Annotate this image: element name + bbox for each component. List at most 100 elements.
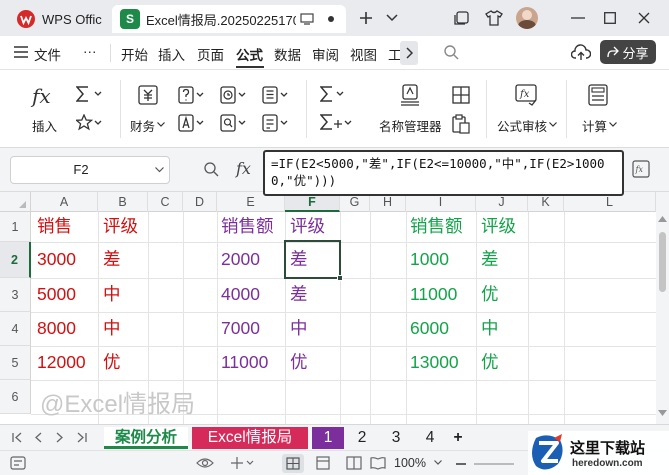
table3-grade-cell[interactable]: 优 bbox=[481, 353, 499, 372]
maximize-icon[interactable] bbox=[600, 8, 620, 28]
table2-sales-cell[interactable]: 2000 bbox=[221, 250, 260, 269]
table3-sales-cell[interactable]: 1000 bbox=[410, 250, 449, 269]
column-header-a[interactable]: A bbox=[31, 192, 98, 212]
define-name-icon[interactable] bbox=[452, 86, 470, 104]
expand-formula-icon[interactable]: fx bbox=[632, 160, 650, 178]
first-sheet-icon[interactable] bbox=[12, 432, 23, 443]
normal-view-button[interactable] bbox=[282, 454, 304, 473]
other-function-icon[interactable] bbox=[262, 114, 290, 132]
close-icon[interactable] bbox=[634, 8, 654, 28]
table1-sales-cell[interactable]: 5000 bbox=[37, 285, 76, 304]
menu-start[interactable]: 开始 bbox=[121, 44, 148, 64]
menu-page[interactable]: 页面 bbox=[197, 44, 224, 64]
insert-function-icon[interactable]: fx bbox=[32, 84, 51, 108]
table1-grade-cell[interactable]: 中 bbox=[103, 285, 121, 304]
menu-view[interactable]: 视图 bbox=[350, 44, 377, 64]
paste-name-icon[interactable] bbox=[452, 114, 470, 134]
table1-sales-cell[interactable]: 12000 bbox=[37, 353, 86, 372]
calculate-icon[interactable] bbox=[588, 84, 608, 106]
cloud-upload-icon[interactable] bbox=[571, 44, 591, 62]
prev-sheet-icon[interactable] bbox=[34, 432, 42, 443]
table2-sales-cell[interactable]: 7000 bbox=[221, 319, 260, 338]
hamburger-icon[interactable] bbox=[14, 46, 28, 58]
menu-review[interactable]: 审阅 bbox=[312, 44, 339, 64]
tab-wps-office[interactable]: WPS Offic bbox=[8, 5, 108, 33]
scroll-down-icon[interactable] bbox=[658, 410, 667, 416]
table2-grade-cell[interactable]: 差 bbox=[290, 285, 308, 304]
table1-sales-cell[interactable]: 3000 bbox=[37, 250, 76, 269]
scroll-up-icon[interactable] bbox=[658, 216, 667, 222]
next-sheet-icon[interactable] bbox=[56, 432, 64, 443]
zoom-search-icon[interactable] bbox=[204, 162, 219, 177]
math-function-icon[interactable] bbox=[262, 86, 290, 104]
menu-scroll-right-icon[interactable] bbox=[400, 41, 418, 65]
vertical-scrollbar[interactable] bbox=[656, 192, 669, 424]
row-header-5[interactable]: 5 bbox=[0, 346, 31, 380]
autosum-icon[interactable] bbox=[76, 86, 104, 102]
table3-sales-cell[interactable]: 6000 bbox=[410, 319, 449, 338]
lookup-function-icon[interactable] bbox=[220, 114, 248, 132]
table3-sales-cell[interactable]: 11000 bbox=[410, 285, 457, 304]
zoom-out-icon[interactable] bbox=[456, 463, 466, 465]
new-tab-icon[interactable] bbox=[356, 8, 376, 28]
table3-header-grade[interactable]: 评级 bbox=[481, 217, 516, 236]
sheet-tab-1[interactable]: 1 bbox=[312, 427, 344, 449]
table3-grade-cell[interactable]: 优 bbox=[481, 285, 499, 304]
row-header-4[interactable]: 4 bbox=[0, 312, 31, 346]
menu-insert[interactable]: 插入 bbox=[158, 44, 185, 64]
active-cell-selection[interactable] bbox=[284, 240, 343, 281]
column-header-b[interactable]: B bbox=[98, 192, 148, 212]
add-sheet-button[interactable]: + bbox=[448, 427, 468, 449]
formula-input[interactable]: =IF(E2<5000,"差",IF(E2<=10000,"中",IF(E2>1… bbox=[263, 150, 624, 196]
formula-audit-label[interactable]: 公式审核 bbox=[497, 116, 547, 135]
row-header-6[interactable]: 6 bbox=[0, 380, 31, 414]
table1-sales-cell[interactable]: 8000 bbox=[37, 319, 76, 338]
page-layout-icon[interactable] bbox=[316, 456, 330, 470]
table2-sales-cell[interactable]: 4000 bbox=[221, 285, 260, 304]
calculate-dropdown-icon[interactable] bbox=[609, 122, 617, 127]
sheet-tab-3[interactable]: 3 bbox=[380, 427, 412, 449]
page-break-icon[interactable] bbox=[346, 456, 362, 470]
row-header-3[interactable]: 3 bbox=[0, 278, 31, 312]
column-header-d[interactable]: D bbox=[183, 192, 217, 212]
monitor-icon[interactable] bbox=[300, 13, 314, 25]
name-manager-icon[interactable] bbox=[400, 84, 420, 106]
tab-document[interactable]: S Excel情报局.2025022517080 bbox=[112, 5, 346, 33]
sheet-tab-excel-info[interactable]: Excel情报局 bbox=[192, 427, 308, 449]
finance-label[interactable]: 财务 bbox=[130, 116, 155, 135]
table2-header-grade[interactable]: 评级 bbox=[290, 217, 325, 236]
column-header-c[interactable]: C bbox=[148, 192, 183, 212]
macro-record-icon[interactable] bbox=[10, 456, 26, 470]
table1-header-sales[interactable]: 销售 bbox=[37, 217, 72, 236]
sheet-tab-2[interactable]: 2 bbox=[346, 427, 378, 449]
sheet-tab-4[interactable]: 4 bbox=[414, 427, 446, 449]
fill-handle[interactable] bbox=[337, 275, 343, 281]
insert-function-label[interactable]: 插入 bbox=[32, 116, 57, 135]
table3-sales-cell[interactable]: 13000 bbox=[410, 353, 459, 372]
logical-function-icon[interactable] bbox=[178, 86, 206, 104]
finance-dropdown-icon[interactable] bbox=[157, 122, 165, 127]
select-all-corner[interactable] bbox=[0, 192, 31, 212]
name-manager-label[interactable]: 名称管理器 bbox=[379, 116, 442, 135]
fx-icon[interactable]: fx bbox=[236, 159, 251, 178]
unsaved-dot-icon[interactable] bbox=[328, 16, 334, 22]
avatar[interactable] bbox=[516, 7, 538, 29]
skin-icon[interactable] bbox=[484, 8, 504, 28]
zoom-slider[interactable] bbox=[474, 463, 514, 465]
zoom-dropdown-icon[interactable] bbox=[434, 460, 442, 465]
formula-audit-dropdown-icon[interactable] bbox=[549, 122, 557, 127]
eye-protection-icon[interactable] bbox=[196, 457, 214, 469]
row-header-2[interactable]: 2 bbox=[0, 242, 31, 278]
menu-data[interactable]: 数据 bbox=[274, 44, 301, 64]
menu-formulas[interactable]: 公式 bbox=[236, 44, 263, 64]
table2-grade-cell[interactable]: 中 bbox=[290, 319, 308, 338]
menu-file[interactable]: 文件 bbox=[34, 44, 61, 64]
table2-header-sales[interactable]: 销售额 bbox=[221, 217, 274, 236]
menu-more[interactable]: ··· bbox=[83, 44, 97, 59]
row-header-1[interactable]: 1 bbox=[0, 212, 31, 242]
table2-grade-cell[interactable]: 优 bbox=[290, 353, 308, 372]
chevron-down-icon[interactable] bbox=[155, 167, 164, 173]
zoom-level[interactable]: 100% bbox=[394, 456, 426, 470]
trace-formula-icon[interactable] bbox=[320, 86, 354, 102]
reading-mode-icon[interactable] bbox=[370, 456, 386, 470]
